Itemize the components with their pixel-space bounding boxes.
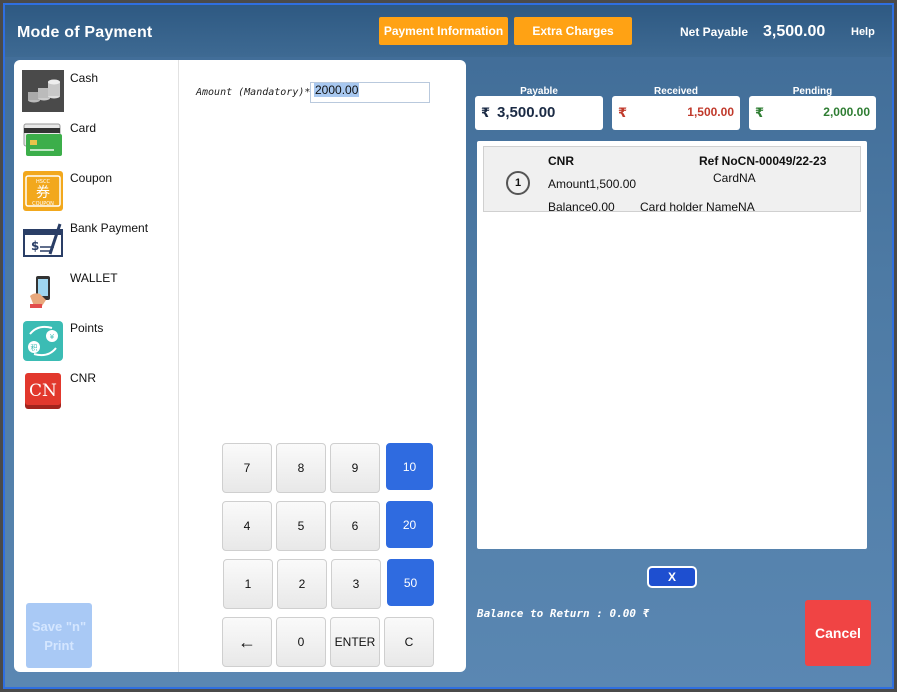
svg-text:COUPON: COUPON: [32, 201, 54, 207]
header-bar: Mode of Payment Payment Information Extr…: [5, 5, 892, 57]
key-6[interactable]: 6: [330, 501, 380, 551]
key-enter[interactable]: ENTER: [330, 617, 380, 667]
coupon-icon: 券 HSCC COUPON: [23, 171, 63, 211]
entry-card-holder: Card holder NameNA: [640, 200, 755, 214]
mode-points[interactable]: 积 ¥ Points: [20, 316, 170, 362]
list-item[interactable]: 1 CNR Amount1,500.00 Balance0.00 Ref NoC…: [483, 146, 861, 214]
key-20[interactable]: 20: [386, 501, 433, 548]
wallet-icon: [30, 276, 50, 308]
svg-text:CN: CN: [29, 381, 57, 401]
key-2[interactable]: 2: [277, 559, 327, 609]
key-5[interactable]: 5: [276, 501, 326, 551]
save-and-print-button[interactable]: Save "n" Print: [26, 603, 92, 668]
rupee-icon: ₹: [481, 105, 491, 120]
key-3[interactable]: 3: [331, 559, 381, 609]
svg-text:¥: ¥: [50, 333, 55, 341]
key-clear[interactable]: C: [384, 617, 434, 667]
key-1[interactable]: 1: [223, 559, 273, 609]
mode-label: Coupon: [70, 171, 113, 185]
extra-charges-button[interactable]: Extra Charges: [514, 17, 632, 45]
svg-text:HSCC: HSCC: [36, 179, 50, 185]
cash-icon: [22, 70, 64, 112]
key-7[interactable]: 7: [222, 443, 272, 493]
received-box: ₹ 1,500.00: [612, 96, 740, 130]
mode-label: Points: [70, 321, 104, 335]
points-icon: 积 ¥: [23, 321, 63, 361]
key-9[interactable]: 9: [330, 443, 380, 493]
entry-ref: Ref NoCN-00049/22-23: [699, 154, 827, 168]
key-4[interactable]: 4: [222, 501, 272, 551]
payable-value: 3,500.00: [497, 104, 556, 121]
key-backspace[interactable]: ←: [222, 617, 272, 667]
svg-text:券: 券: [36, 185, 50, 201]
pending-box: ₹ 2,000.00: [749, 96, 876, 130]
received-value: 1,500.00: [687, 105, 734, 119]
balance-to-return: Balance to Return : 0.00 ₹: [477, 607, 650, 620]
cancel-button[interactable]: Cancel: [805, 600, 871, 666]
mode-label: CNR: [70, 371, 96, 385]
mode-label: Bank Payment: [70, 221, 149, 235]
card-icon: [23, 123, 62, 156]
mode-wallet[interactable]: WALLET: [20, 266, 170, 312]
mode-label: Card: [70, 121, 97, 135]
remove-entry-button[interactable]: X: [647, 566, 697, 588]
bank-payment-icon: $: [23, 223, 63, 257]
entry-mode: CNR: [548, 154, 574, 168]
svg-text:积: 积: [31, 343, 38, 352]
key-0[interactable]: 0: [276, 617, 326, 667]
net-payable-value: 3,500.00: [763, 23, 826, 40]
entry-balance: Balance0.00: [548, 200, 615, 214]
entry-amount: Amount1,500.00: [548, 177, 637, 191]
payable-box: ₹ 3,500.00: [475, 96, 603, 130]
mode-cash[interactable]: Cash: [20, 66, 170, 112]
rupee-icon: ₹: [618, 105, 628, 120]
amount-input[interactable]: 2000.00: [310, 82, 430, 103]
payment-mode-list: Cash Card 券 HSCC COUPON Coupon $ Bank Pa…: [14, 60, 179, 672]
amount-label: Amount (Mandatory)*: [196, 87, 311, 98]
payment-list: 1 CNR Amount1,500.00 Balance0.00 Ref NoC…: [477, 141, 867, 549]
key-8[interactable]: 8: [276, 443, 326, 493]
amount-value: 2000.00: [314, 83, 360, 97]
key-50[interactable]: 50: [387, 559, 434, 606]
payment-entry-panel: Cash Card 券 HSCC COUPON Coupon $ Bank Pa…: [14, 60, 466, 672]
entry-index: 1: [506, 171, 530, 195]
net-payable-label: Net Payable: [680, 25, 749, 39]
mode-label: Cash: [70, 71, 99, 85]
svg-text:$: $: [31, 239, 39, 253]
entry-card: CardNA: [713, 171, 756, 185]
page-title: Mode of Payment: [17, 24, 153, 41]
help-link[interactable]: Help: [851, 26, 875, 38]
mode-card[interactable]: Card: [20, 116, 170, 162]
key-10[interactable]: 10: [386, 443, 433, 490]
mode-coupon[interactable]: 券 HSCC COUPON Coupon: [20, 166, 170, 212]
rupee-icon: ₹: [755, 105, 765, 120]
mode-bank-payment[interactable]: $ Bank Payment: [20, 216, 170, 262]
payment-information-button[interactable]: Payment Information: [379, 17, 508, 45]
mode-cnr[interactable]: CN CNR: [20, 366, 170, 412]
mode-label: WALLET: [70, 271, 118, 285]
cnr-icon: CN: [25, 373, 61, 409]
pending-value: 2,000.00: [823, 105, 870, 119]
